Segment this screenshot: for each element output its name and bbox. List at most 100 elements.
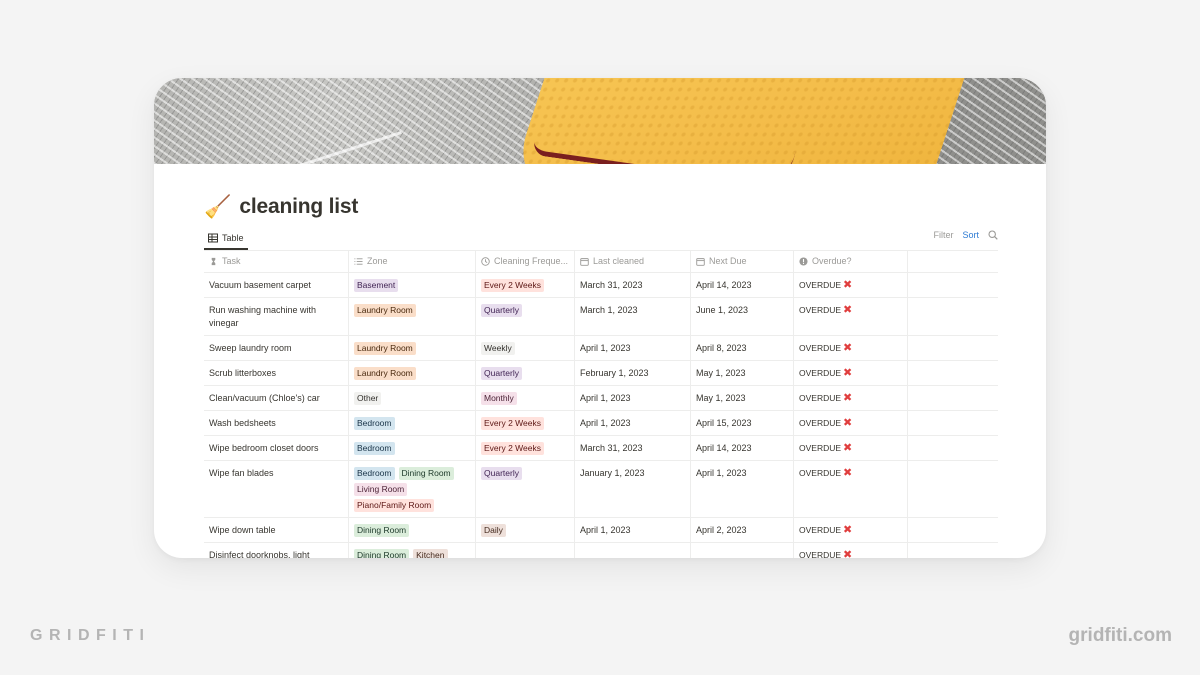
- zone-tag[interactable]: Basement: [354, 279, 399, 292]
- frequency-cell[interactable]: Every 2 Weeks: [476, 411, 575, 435]
- filter-button[interactable]: Filter: [933, 230, 953, 240]
- zone-tag[interactable]: Piano/Family Room: [354, 499, 435, 512]
- tab-table-view[interactable]: Table: [204, 228, 248, 250]
- frequency-cell[interactable]: Quarterly: [476, 461, 575, 517]
- next-due-cell[interactable]: May 1, 2023: [691, 386, 794, 410]
- task-cell[interactable]: Clean/vacuum (Chloe's) car: [204, 386, 349, 410]
- frequency-tag[interactable]: Every 2 Weeks: [481, 442, 545, 455]
- task-cell[interactable]: Wipe bedroom closet doors: [204, 436, 349, 460]
- zone-cell[interactable]: Other: [349, 386, 476, 410]
- zone-cell[interactable]: Laundry Room: [349, 336, 476, 360]
- search-button[interactable]: [988, 230, 998, 240]
- next-due-cell[interactable]: April 2, 2023: [691, 518, 794, 542]
- frequency-cell[interactable]: Every 2 Weeks: [476, 436, 575, 460]
- next-due-cell[interactable]: May 1, 2023: [691, 361, 794, 385]
- table-row[interactable]: Wipe bedroom closet doors Bedroom Every 2 …: [204, 436, 998, 461]
- table-row[interactable]: Wipe fan blades Bedroom Dining Room Living …: [204, 461, 998, 518]
- zone-tag[interactable]: Laundry Room: [354, 304, 416, 317]
- last-cleaned-cell[interactable]: April 1, 2023: [575, 386, 691, 410]
- frequency-cell[interactable]: Quarterly: [476, 361, 575, 385]
- zone-tag[interactable]: Bedroom: [354, 467, 395, 480]
- zone-tag[interactable]: Other: [354, 392, 382, 405]
- page-title[interactable]: cleaning list: [239, 195, 358, 219]
- task-title[interactable]: Sweep laundry room: [209, 343, 292, 353]
- table-row[interactable]: Clean/vacuum (Chloe's) car Other Monthly Ap…: [204, 386, 998, 411]
- last-cleaned-cell[interactable]: March 31, 2023: [575, 273, 691, 297]
- next-due-cell[interactable]: April 1, 2023: [691, 461, 794, 517]
- sort-button[interactable]: Sort: [962, 230, 979, 240]
- task-title[interactable]: Wash bedsheets: [209, 418, 276, 428]
- empty-cell[interactable]: [908, 298, 998, 335]
- frequency-cell[interactable]: [476, 543, 575, 558]
- table-row[interactable]: Wipe down table Dining Room Daily April 1, …: [204, 518, 998, 543]
- zone-cell[interactable]: Laundry Room: [349, 298, 476, 335]
- empty-cell[interactable]: [908, 273, 998, 297]
- zone-cell[interactable]: Bedroom Dining Room Living Room Piano/Famil…: [349, 461, 476, 517]
- zone-tag[interactable]: Dining Room: [354, 549, 410, 558]
- column-header-last-cleaned[interactable]: Last cleaned: [575, 251, 691, 272]
- task-title[interactable]: Disinfect doorknobs, light switches: [209, 550, 310, 558]
- empty-cell[interactable]: [908, 336, 998, 360]
- zone-tag[interactable]: Bedroom: [354, 442, 395, 455]
- next-due-cell[interactable]: [691, 543, 794, 558]
- zone-cell[interactable]: Bedroom: [349, 436, 476, 460]
- last-cleaned-cell[interactable]: April 1, 2023: [575, 336, 691, 360]
- last-cleaned-cell[interactable]: February 1, 2023: [575, 361, 691, 385]
- task-cell[interactable]: Vacuum basement carpet: [204, 273, 349, 297]
- next-due-cell[interactable]: April 14, 2023: [691, 273, 794, 297]
- table-row[interactable]: Vacuum basement carpet Basement Every 2 We…: [204, 273, 998, 298]
- empty-cell[interactable]: [908, 386, 998, 410]
- cover-image[interactable]: [154, 78, 1046, 164]
- broom-icon[interactable]: 🧹: [204, 193, 231, 221]
- last-cleaned-cell[interactable]: March 31, 2023: [575, 436, 691, 460]
- table-row[interactable]: Wash bedsheets Bedroom Every 2 Weeks April …: [204, 411, 998, 436]
- column-header-zone[interactable]: Zone: [349, 251, 476, 272]
- column-header-task[interactable]: Task: [204, 251, 349, 272]
- task-title[interactable]: Wipe fan blades: [209, 468, 274, 478]
- frequency-tag[interactable]: Weekly: [481, 342, 515, 355]
- frequency-tag[interactable]: Quarterly: [481, 367, 522, 380]
- zone-cell[interactable]: Basement: [349, 273, 476, 297]
- task-cell[interactable]: Scrub litterboxes: [204, 361, 349, 385]
- task-title[interactable]: Clean/vacuum (Chloe's) car: [209, 393, 320, 403]
- empty-cell[interactable]: [908, 361, 998, 385]
- frequency-tag[interactable]: Quarterly: [481, 467, 522, 480]
- frequency-cell[interactable]: Monthly: [476, 386, 575, 410]
- table-row[interactable]: Run washing machine with vinegar Laundry …: [204, 298, 998, 336]
- task-title[interactable]: Scrub litterboxes: [209, 368, 276, 378]
- empty-cell[interactable]: [908, 436, 998, 460]
- zone-tag[interactable]: Kitchen: [413, 549, 448, 558]
- zone-tag[interactable]: Dining Room: [354, 524, 410, 537]
- table-row[interactable]: Scrub litterboxes Laundry Room Quarterly Fe…: [204, 361, 998, 386]
- last-cleaned-cell[interactable]: April 1, 2023: [575, 518, 691, 542]
- frequency-cell[interactable]: Weekly: [476, 336, 575, 360]
- zone-tag[interactable]: Laundry Room: [354, 342, 416, 355]
- next-due-cell[interactable]: April 14, 2023: [691, 436, 794, 460]
- table-row[interactable]: Disinfect doorknobs, light switches Dinin…: [204, 543, 998, 558]
- frequency-cell[interactable]: Daily: [476, 518, 575, 542]
- task-title[interactable]: Vacuum basement carpet: [209, 280, 311, 290]
- frequency-tag[interactable]: Quarterly: [481, 304, 522, 317]
- last-cleaned-cell[interactable]: March 1, 2023: [575, 298, 691, 335]
- task-cell[interactable]: Run washing machine with vinegar: [204, 298, 349, 335]
- task-cell[interactable]: Disinfect doorknobs, light switches: [204, 543, 349, 558]
- frequency-cell[interactable]: Quarterly: [476, 298, 575, 335]
- next-due-cell[interactable]: April 15, 2023: [691, 411, 794, 435]
- task-title[interactable]: Run washing machine with vinegar: [209, 305, 316, 328]
- empty-cell[interactable]: [908, 543, 998, 558]
- zone-cell[interactable]: Dining RoomKitchenBathroomOfficeBedroom: [349, 543, 476, 558]
- zone-cell[interactable]: Laundry Room: [349, 361, 476, 385]
- task-cell[interactable]: Wipe down table: [204, 518, 349, 542]
- zone-cell[interactable]: Bedroom: [349, 411, 476, 435]
- zone-tag[interactable]: Living Room: [354, 483, 408, 496]
- last-cleaned-cell[interactable]: April 1, 2023: [575, 411, 691, 435]
- frequency-tag[interactable]: Daily: [481, 524, 506, 537]
- next-due-cell[interactable]: June 1, 2023: [691, 298, 794, 335]
- next-due-cell[interactable]: April 8, 2023: [691, 336, 794, 360]
- last-cleaned-cell[interactable]: [575, 543, 691, 558]
- column-header-frequency[interactable]: Cleaning Freque...: [476, 251, 575, 272]
- task-title[interactable]: Wipe bedroom closet doors: [209, 443, 319, 453]
- frequency-cell[interactable]: Every 2 Weeks: [476, 273, 575, 297]
- empty-cell[interactable]: [908, 518, 998, 542]
- task-cell[interactable]: Wipe fan blades: [204, 461, 349, 517]
